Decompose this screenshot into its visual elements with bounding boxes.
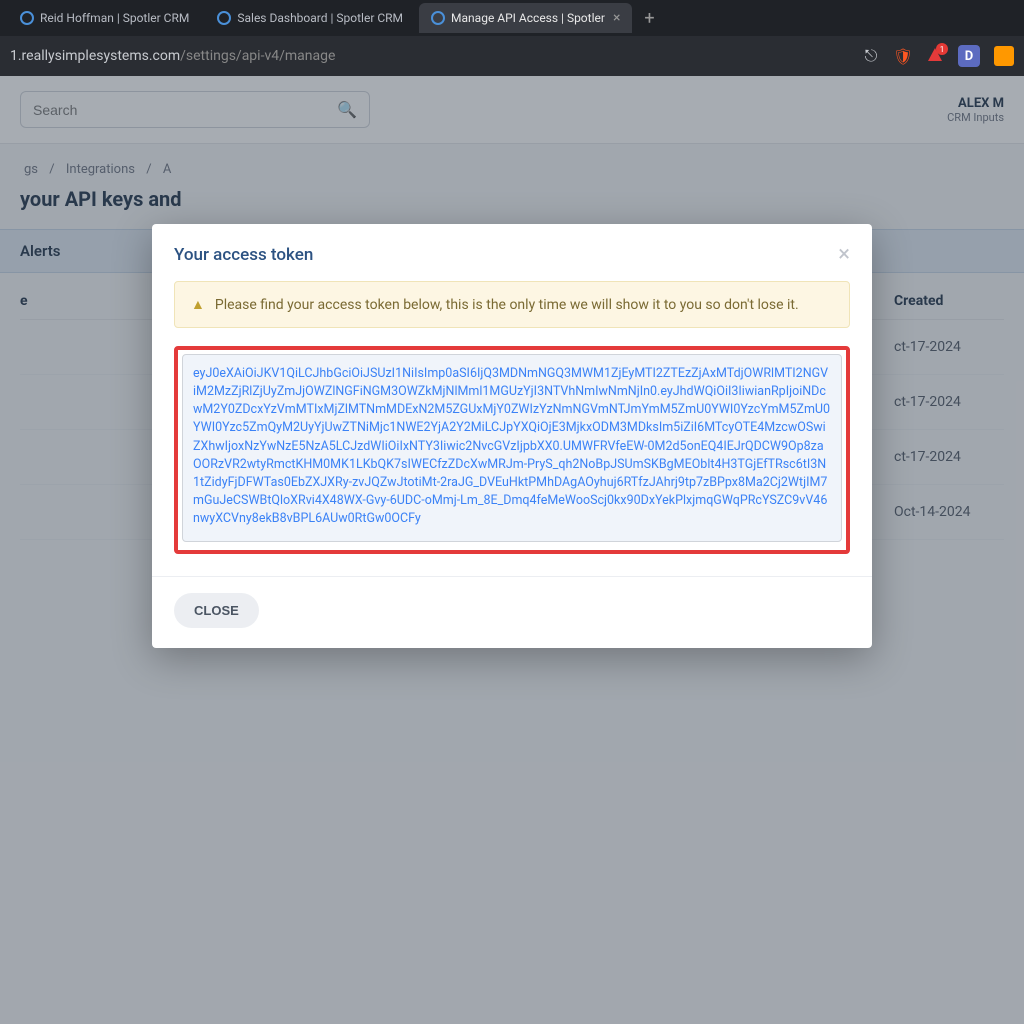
- url-bar: 1.reallysimplesystems.com/settings/api-v…: [0, 36, 1024, 76]
- token-highlight-frame: [174, 346, 850, 554]
- notification-badge: 1: [936, 43, 948, 55]
- warning-icon: ▲: [191, 296, 205, 313]
- close-button[interactable]: CLOSE: [174, 593, 259, 628]
- token-warning-alert: ▲ Please find your access token below, t…: [174, 281, 850, 328]
- tab-favicon: [217, 11, 231, 25]
- access-token-textarea[interactable]: [182, 354, 842, 542]
- close-icon[interactable]: ×: [838, 242, 850, 267]
- alert-text: Please find your access token below, thi…: [215, 297, 799, 313]
- modal-title: Your access token: [174, 245, 313, 265]
- modal-header: Your access token ×: [152, 224, 872, 281]
- browser-tab-1[interactable]: Reid Hoffman | Spotler CRM: [8, 3, 201, 33]
- tab-title: Reid Hoffman | Spotler CRM: [40, 11, 189, 25]
- brave-shield-icon[interactable]: 🛡: [894, 47, 912, 65]
- browser-tab-3[interactable]: Manage API Access | Spotler ×: [419, 3, 632, 33]
- close-icon[interactable]: ×: [613, 10, 620, 26]
- notification-icon[interactable]: 1: [926, 47, 944, 65]
- share-icon[interactable]: ⎋: [862, 47, 880, 65]
- metamask-icon[interactable]: [994, 46, 1014, 66]
- modal-footer: CLOSE: [152, 576, 872, 648]
- tab-favicon: [431, 11, 445, 25]
- tab-title: Sales Dashboard | Spotler CRM: [237, 11, 403, 25]
- browser-tab-2[interactable]: Sales Dashboard | Spotler CRM: [205, 3, 415, 33]
- new-tab-button[interactable]: +: [636, 8, 662, 29]
- browser-tabstrip: Reid Hoffman | Spotler CRM Sales Dashboa…: [0, 0, 1024, 36]
- access-token-modal: Your access token × ▲ Please find your a…: [152, 224, 872, 648]
- extension-d-icon[interactable]: D: [958, 45, 980, 67]
- tab-favicon: [20, 11, 34, 25]
- browser-toolbar-icons: ⎋ 🛡 1 D: [862, 45, 1014, 67]
- app-content: 🔍 ALEX M CRM Inputs gs / Integrations / …: [0, 76, 1024, 1024]
- url-text[interactable]: 1.reallysimplesystems.com/settings/api-v…: [10, 48, 862, 64]
- tab-title: Manage API Access | Spotler: [451, 11, 605, 25]
